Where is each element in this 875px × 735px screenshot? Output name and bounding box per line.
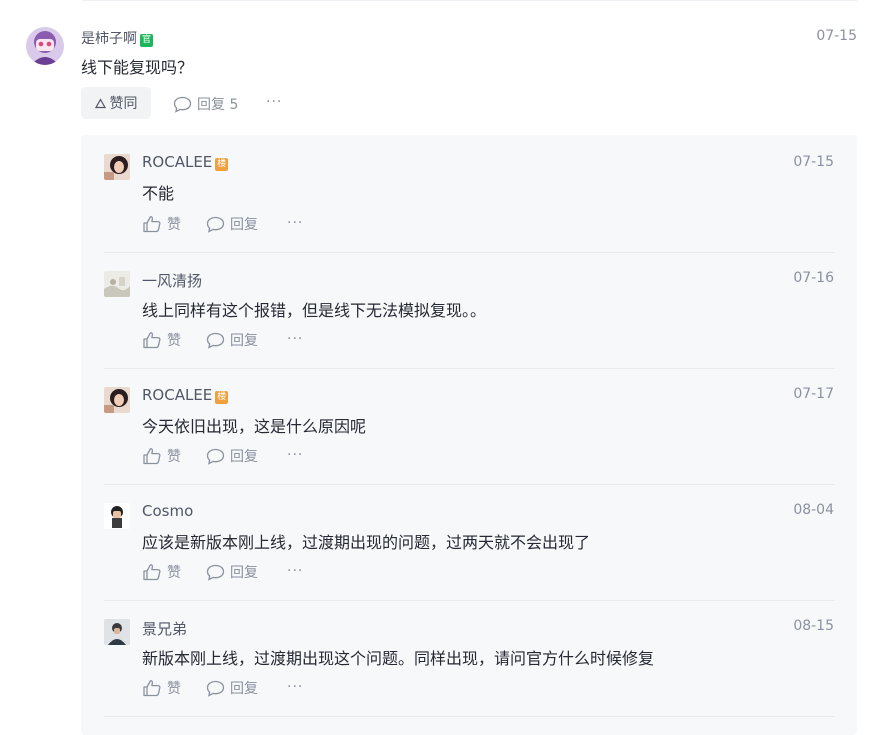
- like-label: 赞同: [109, 96, 138, 112]
- reply-divider: [104, 484, 835, 485]
- like-button[interactable]: 赞: [142, 446, 181, 466]
- reply-time: 07-16: [793, 270, 834, 286]
- reply-time: 07-15: [793, 154, 834, 170]
- username-text[interactable]: 是柿子啊: [81, 31, 137, 47]
- more-options-button[interactable]: ···: [287, 679, 303, 695]
- reply-count-label: 回复 5: [197, 97, 239, 113]
- reply-content: 线上同样有这个报错，但是线下无法模拟复现。。: [142, 301, 487, 320]
- like-label: 赞: [167, 449, 181, 465]
- reply-divider: [104, 600, 835, 601]
- more-options-button[interactable]: ···: [287, 447, 303, 463]
- reply-time: 08-15: [793, 618, 834, 634]
- reply-username[interactable]: 景兄弟: [142, 618, 187, 639]
- like-label: 赞: [167, 565, 181, 581]
- reply-button[interactable]: 回复: [206, 330, 258, 350]
- reply-content: 新版本刚上线，过渡期出现这个问题。同样出现，请问官方什么时候修复: [142, 649, 655, 668]
- more-options-button[interactable]: ···: [266, 94, 282, 110]
- author-badge: 楼: [215, 158, 229, 171]
- thumbs-up-icon: [142, 563, 162, 581]
- reply-username[interactable]: Cosmo: [142, 502, 193, 520]
- reply-button[interactable]: 回复: [206, 214, 258, 234]
- more-options-button[interactable]: ···: [287, 563, 303, 579]
- avatar[interactable]: [104, 503, 130, 529]
- reply-time: 07-17: [793, 386, 834, 402]
- reply-content: 不能: [142, 184, 175, 203]
- reply-time: 08-04: [793, 502, 834, 518]
- reply-button[interactable]: 回复: [206, 562, 258, 582]
- thumbs-up-icon: [142, 215, 162, 233]
- comment-icon: [206, 448, 225, 465]
- reply-username[interactable]: ROCALEE 楼: [142, 386, 229, 404]
- reply-label: 回复: [230, 449, 258, 465]
- reply-divider: [104, 368, 835, 369]
- username-text[interactable]: Cosmo: [142, 502, 193, 520]
- like-button[interactable]: 赞: [142, 214, 181, 234]
- avatar[interactable]: [104, 619, 130, 645]
- like-button[interactable]: 赞同: [81, 87, 151, 119]
- comment-icon: [206, 564, 225, 581]
- reply-username[interactable]: 一风清扬: [142, 270, 202, 291]
- reply-button[interactable]: 回复: [206, 446, 258, 466]
- reply-label: 回复: [230, 217, 258, 233]
- like-button[interactable]: 赞: [142, 678, 181, 698]
- reply-username[interactable]: ROCALEE 楼: [142, 153, 229, 171]
- more-options-button[interactable]: ···: [287, 215, 303, 231]
- like-button[interactable]: 赞: [142, 562, 181, 582]
- like-label: 赞: [167, 681, 181, 697]
- top-divider: [82, 0, 857, 1]
- comment-icon: [206, 680, 225, 697]
- reply-label: 回复: [230, 681, 258, 697]
- avatar[interactable]: [104, 387, 130, 413]
- avatar[interactable]: [104, 271, 130, 297]
- author-badge: 楼: [215, 391, 229, 404]
- reply-content: 应该是新版本刚上线，过渡期出现的问题，过两天就不会出现了: [142, 533, 591, 552]
- comment-icon: [206, 216, 225, 233]
- reply-label: 回复: [230, 333, 258, 349]
- reply-label: 回复: [230, 565, 258, 581]
- main-comment-username[interactable]: 是柿子啊官: [81, 28, 154, 48]
- triangle-up-icon: [94, 97, 106, 109]
- thumbs-up-icon: [142, 447, 162, 465]
- like-button[interactable]: 赞: [142, 330, 181, 350]
- comment-icon: [173, 96, 192, 113]
- username-text[interactable]: 景兄弟: [142, 620, 187, 638]
- comment-icon: [206, 332, 225, 349]
- thumbs-up-icon: [142, 331, 162, 349]
- reply-button[interactable]: 回复: [206, 678, 258, 698]
- official-badge: 官: [140, 34, 154, 47]
- reply-divider: [104, 716, 835, 717]
- avatar[interactable]: [26, 27, 64, 65]
- avatar[interactable]: [104, 154, 130, 180]
- username-text[interactable]: ROCALEE: [142, 153, 212, 171]
- reply-divider: [104, 252, 835, 253]
- comment-content: 线下能复现吗？: [81, 58, 194, 77]
- reply-content: 今天依旧出现，这是什么原因呢: [142, 417, 367, 436]
- more-options-button[interactable]: ···: [287, 331, 303, 347]
- thumbs-up-icon: [142, 679, 162, 697]
- reply-button[interactable]: 回复 5: [173, 94, 238, 114]
- like-label: 赞: [167, 333, 181, 349]
- comment-time: 07-15: [816, 28, 857, 44]
- username-text[interactable]: ROCALEE: [142, 386, 212, 404]
- like-label: 赞: [167, 217, 181, 233]
- username-text[interactable]: 一风清扬: [142, 272, 202, 290]
